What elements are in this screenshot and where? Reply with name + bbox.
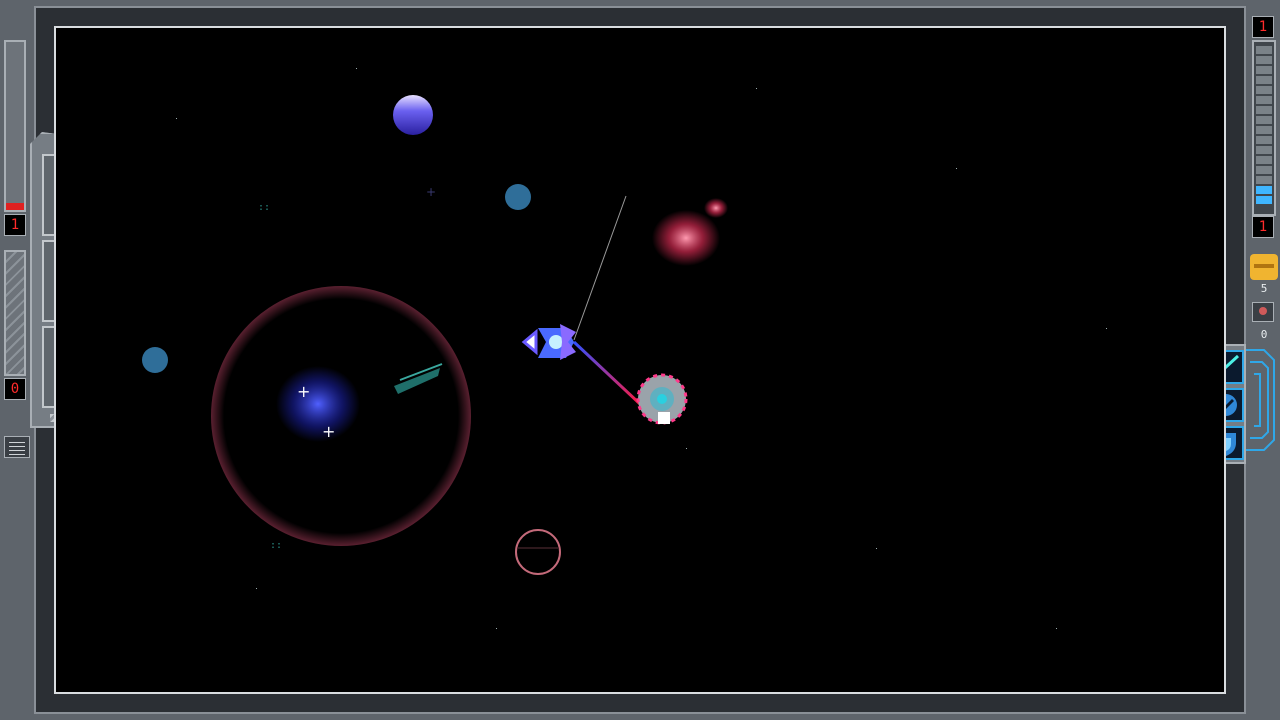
crew-count: 0 xyxy=(1260,328,1268,341)
energy-top-value: 1 xyxy=(1252,16,1274,38)
faint-star: + xyxy=(426,185,436,199)
space-scene: + +:::: + xyxy=(142,68,1107,629)
crescent-moon xyxy=(559,156,616,237)
pink-nebula xyxy=(652,210,720,266)
energy-segment xyxy=(1256,56,1272,64)
blue-planet-2 xyxy=(142,347,168,373)
player-ship[interactable] xyxy=(521,324,576,360)
energy-segment xyxy=(1256,126,1272,134)
energy-bottom-value: 1 xyxy=(1252,216,1274,238)
energy-segment xyxy=(1256,66,1272,74)
energy-segment xyxy=(1256,86,1272,94)
circuit-decoration xyxy=(1246,349,1275,451)
bright-star-2: + xyxy=(322,422,335,441)
energy-segment xyxy=(1256,186,1272,194)
blue-planet-1 xyxy=(505,184,531,210)
enemy-station[interactable] xyxy=(636,373,688,425)
energy-segment xyxy=(1256,76,1272,84)
energy-segment xyxy=(1256,166,1272,174)
bright-star-1: + xyxy=(297,382,310,401)
crew-icon xyxy=(1252,302,1274,322)
log-icon[interactable] xyxy=(4,436,30,458)
purple-planet xyxy=(393,95,433,135)
energy-segment xyxy=(1256,96,1272,104)
energy-segment xyxy=(1256,116,1272,124)
energy-segment xyxy=(1256,176,1272,184)
shield-bar xyxy=(4,250,26,376)
pink-ring-planet xyxy=(515,529,561,575)
debris-2: :: xyxy=(270,540,282,551)
energy-bar xyxy=(1252,40,1276,216)
hull-value: 1 xyxy=(4,214,26,236)
blue-nebula xyxy=(276,366,360,442)
credits-icon xyxy=(1250,254,1278,280)
credits-count: 5 xyxy=(1260,282,1268,295)
hull-bar-fill xyxy=(6,203,24,210)
game-viewport[interactable]: + +:::: + xyxy=(54,26,1226,694)
energy-segment xyxy=(1256,196,1272,204)
energy-segment xyxy=(1256,46,1272,54)
laser-beam xyxy=(572,340,642,406)
energy-segment xyxy=(1256,146,1272,154)
energy-segment xyxy=(1256,136,1272,144)
hull-bar xyxy=(4,40,26,212)
shield-value: 0 xyxy=(4,378,26,400)
energy-segment xyxy=(1256,156,1272,164)
energy-segment xyxy=(1256,106,1272,114)
pink-nebula-small xyxy=(704,198,728,218)
tractor-line xyxy=(573,195,627,341)
debris-1: :: xyxy=(258,202,270,213)
